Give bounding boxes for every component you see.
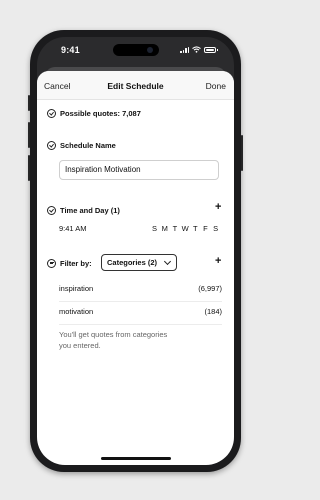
category-row[interactable]: inspiration (6,997) xyxy=(59,284,222,296)
category-count: (6,997) xyxy=(198,284,222,293)
checkmark-circle-icon xyxy=(47,109,56,118)
schedule-name-input[interactable]: Inspiration Motivation xyxy=(59,160,219,180)
category-count: (184) xyxy=(204,307,222,316)
weekday-selector: S M T W T F S xyxy=(151,224,219,233)
status-time: 9:41 xyxy=(61,45,80,55)
day-tuesday[interactable]: T xyxy=(171,224,178,233)
filter-dropdown-value: Categories (2) xyxy=(107,258,158,267)
possible-quotes-label: Possible quotes: 7,087 xyxy=(60,109,141,118)
day-friday[interactable]: F xyxy=(202,224,209,233)
filter-circle-icon xyxy=(47,259,56,268)
done-button[interactable]: Done xyxy=(206,81,226,91)
add-time-plus-icon[interactable]: + xyxy=(215,202,221,213)
day-thursday[interactable]: T xyxy=(192,224,199,233)
category-row[interactable]: motivation (184) xyxy=(59,307,222,319)
filter-note: You'll get quotes from categories you en… xyxy=(59,330,168,350)
nav-bar: Cancel Edit Schedule Done xyxy=(37,71,234,100)
wifi-icon xyxy=(192,46,201,53)
category-name: motivation xyxy=(59,307,94,316)
status-bar: 9:41 xyxy=(37,37,234,65)
schedule-time[interactable]: 9:41 AM xyxy=(59,224,87,233)
home-indicator xyxy=(101,457,171,460)
day-saturday[interactable]: S xyxy=(212,224,219,233)
background: 9:41 Cancel Edit Schedule Done Possible … xyxy=(0,0,270,500)
battery-icon xyxy=(204,46,218,53)
time-and-day-label: Time and Day (1) xyxy=(60,206,120,215)
dynamic-island xyxy=(113,44,159,56)
cellular-signal-icon xyxy=(180,46,189,53)
category-name: inspiration xyxy=(59,284,94,293)
add-filter-plus-icon[interactable]: + xyxy=(215,256,221,267)
status-icons xyxy=(180,46,218,53)
checkmark-circle-icon xyxy=(47,141,56,150)
phone-screen: 9:41 Cancel Edit Schedule Done Possible … xyxy=(37,37,234,465)
divider xyxy=(59,324,222,325)
checkmark-circle-icon xyxy=(47,206,56,215)
filter-dropdown[interactable]: Categories (2) xyxy=(101,254,177,271)
camera-icon xyxy=(147,47,153,53)
day-monday[interactable]: M xyxy=(161,224,168,233)
page-title: Edit Schedule xyxy=(107,81,164,91)
divider xyxy=(59,301,222,302)
day-sunday[interactable]: S xyxy=(151,224,158,233)
edit-schedule-sheet: Cancel Edit Schedule Done Possible quote… xyxy=(37,71,234,465)
schedule-name-label: Schedule Name xyxy=(60,141,116,150)
chevron-down-icon xyxy=(163,257,172,266)
day-wednesday[interactable]: W xyxy=(182,224,189,233)
filter-by-label: Filter by: xyxy=(60,259,92,268)
phone-side-button-right xyxy=(241,135,243,171)
